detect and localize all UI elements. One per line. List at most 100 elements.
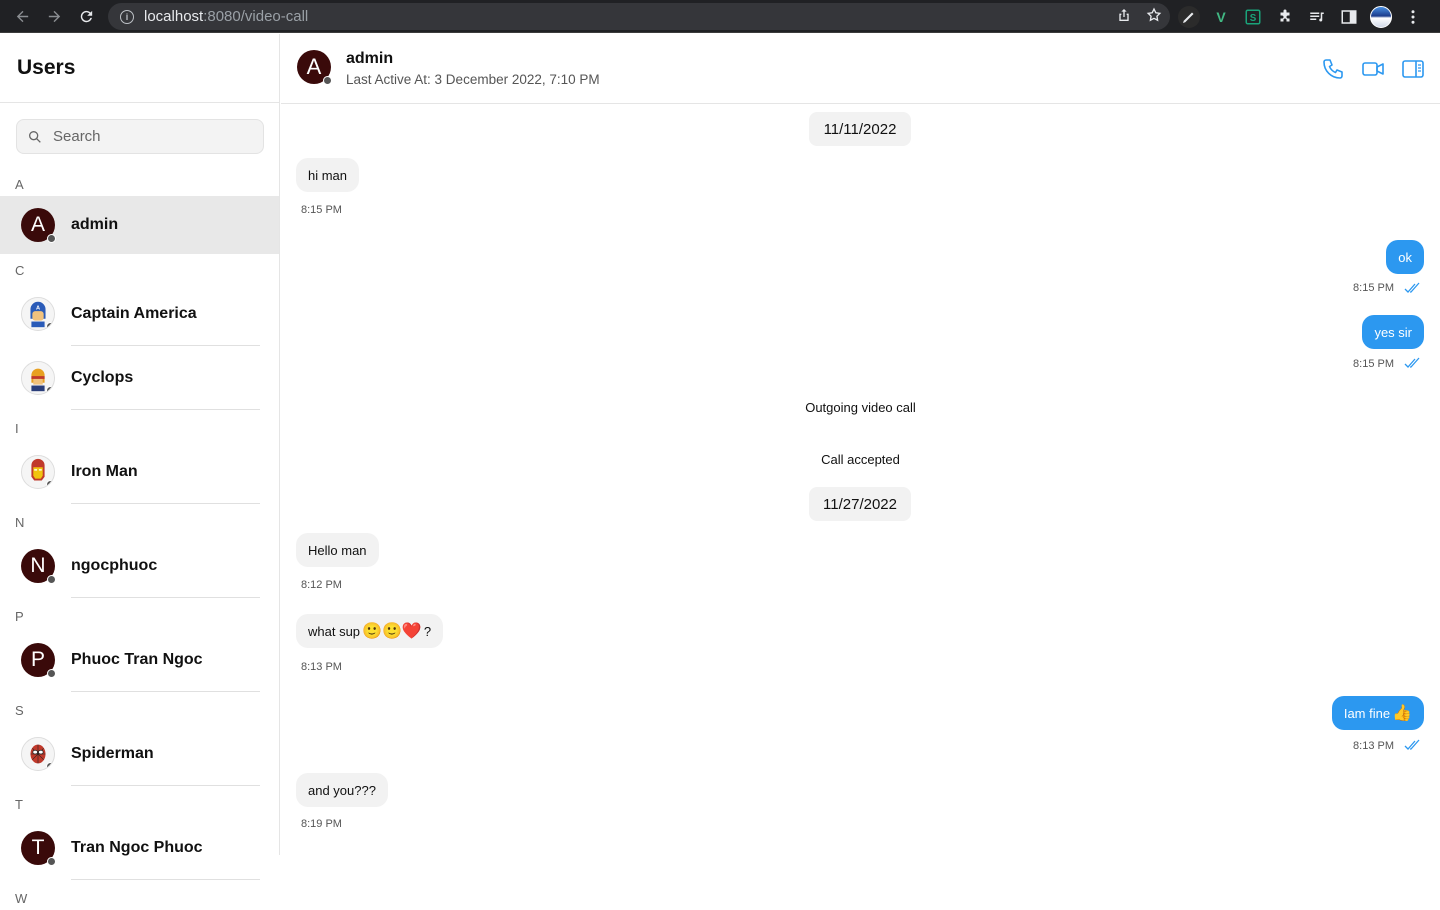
divider bbox=[71, 503, 260, 504]
share-icon[interactable] bbox=[1116, 7, 1132, 23]
group-letter: C bbox=[15, 263, 25, 278]
user-name: Captain America bbox=[71, 305, 197, 322]
message-time: 8:15 PM bbox=[1353, 358, 1394, 370]
group-letter: T bbox=[15, 797, 23, 812]
svg-text:S: S bbox=[1250, 12, 1257, 23]
back-button[interactable] bbox=[6, 0, 38, 32]
forward-button[interactable] bbox=[38, 0, 70, 32]
user-item-cyclops[interactable]: Cyclops bbox=[0, 346, 279, 410]
status-dot bbox=[47, 857, 56, 866]
reload-button[interactable] bbox=[70, 0, 102, 32]
video-call-button[interactable] bbox=[1360, 56, 1386, 82]
status-dot bbox=[46, 322, 54, 330]
group-letter: I bbox=[15, 421, 19, 436]
user-item-ngocphuoc[interactable]: N ngocphuoc bbox=[0, 534, 279, 598]
reading-list-icon[interactable] bbox=[1306, 6, 1328, 28]
divider bbox=[71, 597, 260, 598]
date-separator: 11/27/2022 bbox=[809, 487, 911, 521]
group-letter: S bbox=[15, 703, 24, 718]
user-name: Cyclops bbox=[71, 369, 134, 386]
voice-call-button[interactable] bbox=[1320, 56, 1346, 82]
message-suffix: ? bbox=[423, 623, 432, 639]
read-receipt-icon bbox=[1404, 281, 1422, 293]
toggle-info-panel-button[interactable] bbox=[1400, 56, 1426, 82]
emoji-group: 🙂🙂❤️ bbox=[362, 623, 422, 640]
user-item-tran-ngoc-phuoc[interactable]: T Tran Ngoc Phuoc bbox=[0, 816, 279, 880]
message-text: Iam fine bbox=[1343, 705, 1391, 721]
user-item-phuoc-tran-ngoc[interactable]: P Phuoc Tran Ngoc bbox=[0, 628, 279, 692]
spiderman-avatar-icon bbox=[21, 737, 55, 771]
vue-devtools-icon[interactable]: V bbox=[1210, 6, 1232, 28]
browser-menu-icon[interactable] bbox=[1402, 6, 1424, 28]
url-host: localhost bbox=[144, 8, 204, 25]
user-item-captain-america[interactable]: A Captain America bbox=[0, 282, 279, 346]
group-letter: P bbox=[15, 609, 24, 624]
video-camera-icon bbox=[1362, 62, 1384, 76]
incoming-message[interactable]: what sup 🙂🙂❤️ ? bbox=[296, 614, 444, 648]
user-item-spiderman[interactable]: Spiderman bbox=[0, 722, 279, 786]
svg-text:A: A bbox=[36, 305, 40, 311]
url-path: :8080/video-call bbox=[203, 8, 309, 25]
message-list: 11/11/2022 hi man 8:15 PM ok 8:15 PM yes… bbox=[281, 104, 1440, 855]
side-panel-icon[interactable] bbox=[1338, 6, 1360, 28]
outgoing-message[interactable]: ok bbox=[1386, 240, 1424, 274]
forward-arrow-icon bbox=[48, 10, 60, 22]
status-dot bbox=[47, 575, 56, 584]
group-letter: W bbox=[15, 891, 28, 906]
user-name: ngocphuoc bbox=[71, 557, 158, 574]
iron-man-avatar-icon bbox=[21, 455, 55, 489]
chat-avatar[interactable]: A bbox=[297, 50, 332, 85]
message-time: 8:15 PM bbox=[1353, 282, 1394, 294]
status-dot bbox=[46, 386, 54, 394]
system-message: Call accepted bbox=[821, 452, 900, 467]
users-sidebar: Users A A admin C A Captain America Cycl… bbox=[0, 34, 280, 906]
incoming-message[interactable]: hi man bbox=[296, 158, 360, 192]
message-text: what sup bbox=[308, 623, 361, 639]
system-message: Outgoing video call bbox=[805, 400, 916, 415]
message-time: 8:13 PM bbox=[301, 661, 342, 673]
last-active-text: Last Active At: 3 December 2022, 7:10 PM bbox=[346, 72, 600, 87]
captain-america-avatar-icon: A bbox=[21, 297, 55, 331]
status-dot bbox=[47, 669, 56, 678]
message-time: 8:13 PM bbox=[1353, 740, 1394, 752]
search-input[interactable] bbox=[53, 128, 253, 145]
s-extension-icon[interactable]: S bbox=[1242, 6, 1264, 28]
cyclops-avatar-icon bbox=[21, 361, 55, 395]
status-dot bbox=[46, 762, 54, 770]
chat-user-name: admin bbox=[346, 50, 394, 67]
status-dot bbox=[323, 76, 332, 85]
outgoing-message[interactable]: Iam fine 👍 bbox=[1331, 696, 1424, 730]
pen-extension-icon[interactable] bbox=[1178, 5, 1200, 28]
avatar: P bbox=[21, 643, 56, 678]
profile-avatar[interactable] bbox=[1370, 5, 1392, 28]
thumbs-up-emoji: 👍 bbox=[1392, 705, 1412, 722]
user-name: Spiderman bbox=[71, 745, 154, 762]
sidebar-header: Users bbox=[0, 34, 279, 103]
site-info-icon[interactable]: i bbox=[120, 9, 134, 24]
divider bbox=[71, 409, 260, 410]
divider bbox=[71, 879, 260, 880]
avatar: A bbox=[21, 208, 56, 243]
search-box[interactable] bbox=[16, 119, 264, 154]
sidebar-title: Users bbox=[17, 56, 76, 79]
avatar: N bbox=[21, 549, 56, 584]
user-name: admin bbox=[71, 216, 119, 233]
incoming-message[interactable]: and you??? bbox=[296, 773, 388, 807]
user-item-iron-man[interactable]: Iron Man bbox=[0, 440, 279, 504]
chat-header: A admin Last Active At: 3 December 2022,… bbox=[281, 34, 1440, 104]
address-bar[interactable]: i localhost:8080/video-call bbox=[108, 3, 1170, 30]
search-icon bbox=[28, 130, 41, 143]
status-dot bbox=[47, 234, 56, 243]
divider bbox=[71, 785, 260, 786]
bookmark-star-icon[interactable] bbox=[1146, 7, 1162, 23]
message-time: 8:12 PM bbox=[301, 579, 342, 591]
incoming-message[interactable]: Hello man bbox=[296, 533, 379, 567]
browser-toolbar: i localhost:8080/video-call V S bbox=[0, 0, 1440, 33]
outgoing-message[interactable]: yes sir bbox=[1362, 315, 1424, 349]
extensions-puzzle-icon[interactable] bbox=[1274, 6, 1296, 28]
user-item-admin[interactable]: A admin bbox=[0, 196, 279, 254]
read-receipt-icon bbox=[1404, 738, 1422, 750]
message-time: 8:19 PM bbox=[301, 818, 342, 830]
group-letter: N bbox=[15, 515, 25, 530]
avatar: T bbox=[21, 831, 56, 866]
